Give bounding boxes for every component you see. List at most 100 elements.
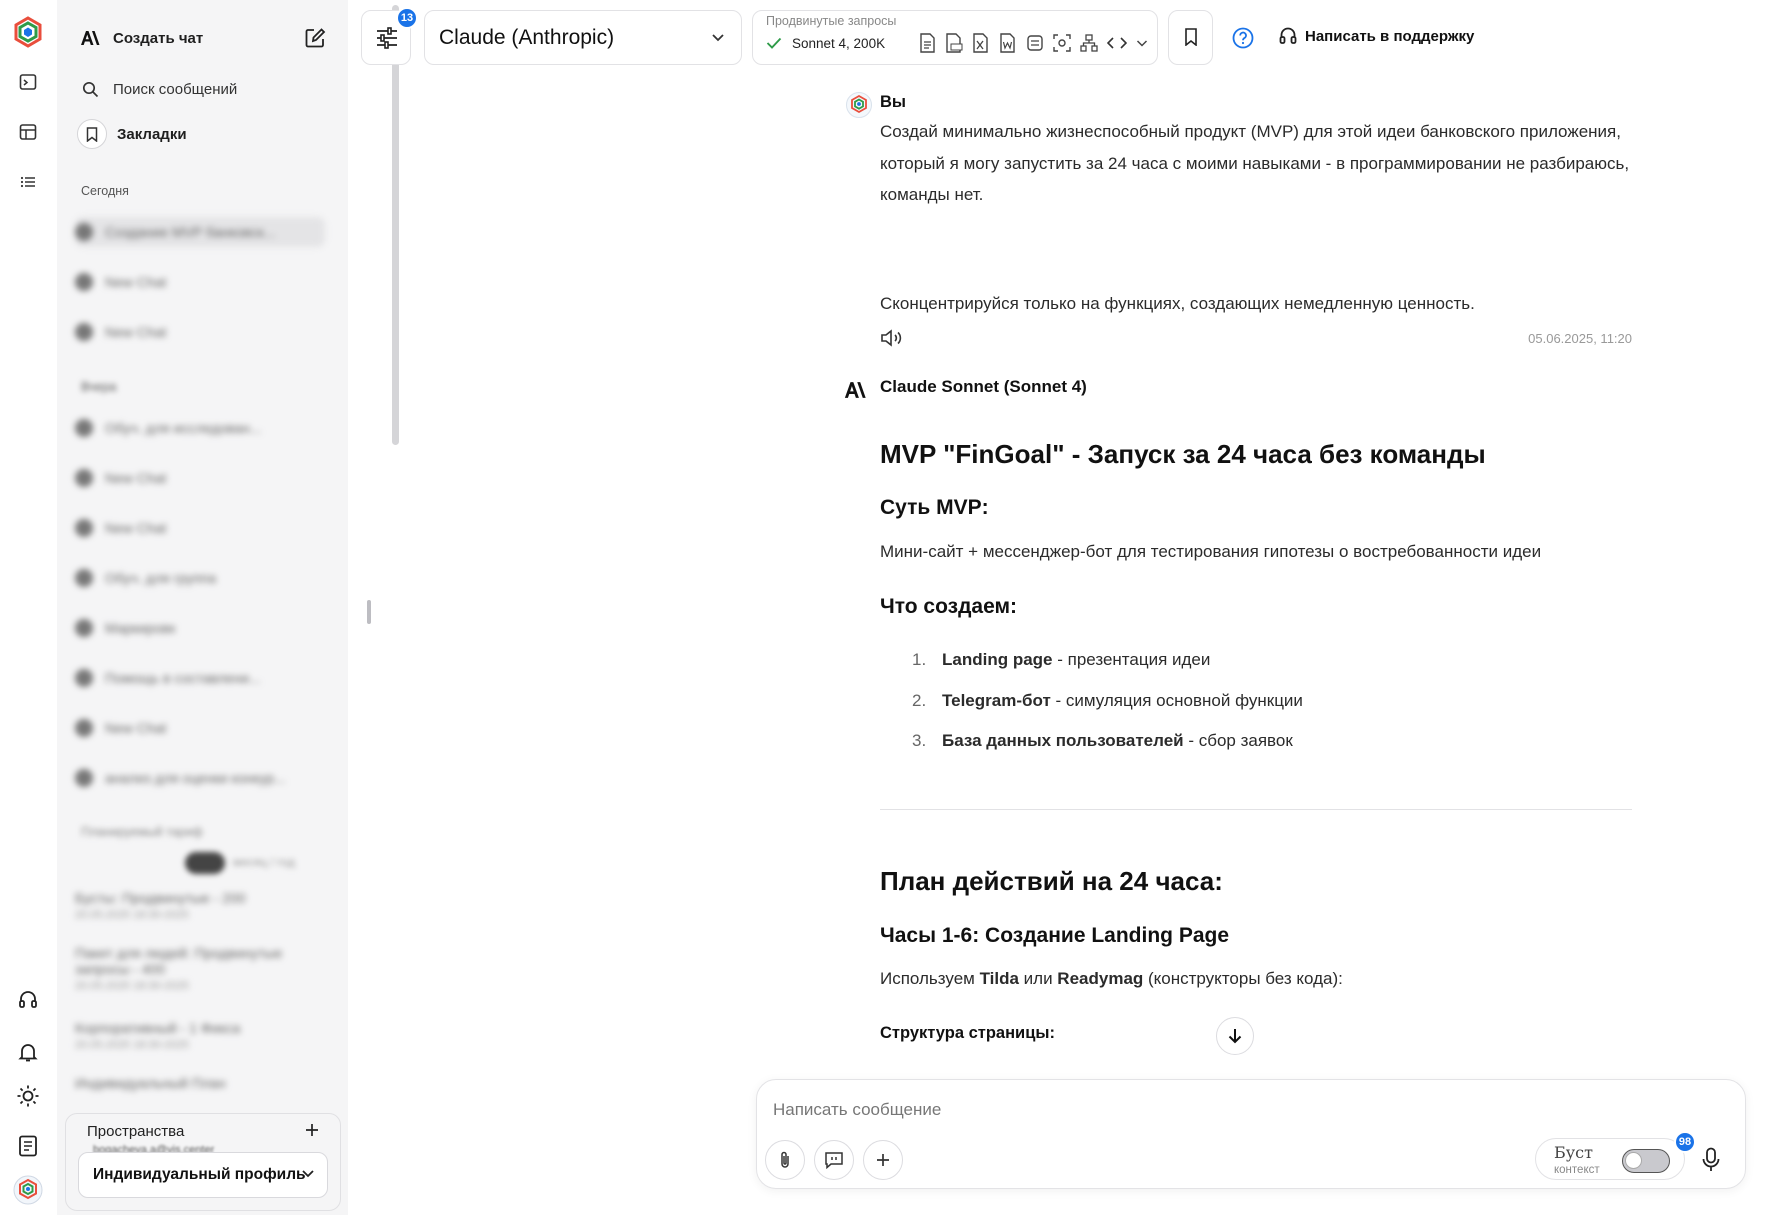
plan-item[interactable]: Индивидуальный План [75, 1075, 333, 1091]
message-input[interactable]: Написать сообщение [773, 1100, 941, 1120]
section-today: Сегодня [81, 184, 129, 198]
scroll-down-button[interactable] [1216, 1017, 1254, 1055]
support-label: Написать в поддержку [1305, 27, 1475, 45]
resize-handle[interactable] [367, 600, 371, 624]
microphone-icon[interactable] [1701, 1147, 1721, 1173]
plan-item[interactable]: Бусты: Продвинутые - 200 20.05.2025 18:3… [75, 890, 333, 921]
plan-period-toggle[interactable] [185, 852, 225, 874]
chat-icon [75, 719, 93, 737]
create-chat-label: Создать чат [113, 29, 204, 47]
chat-item[interactable]: Создание MVP банковск... [75, 217, 325, 247]
chat-icon [75, 769, 93, 787]
chevron-down-icon [301, 1169, 315, 1179]
user-name: Вы [880, 93, 907, 111]
help-icon[interactable] [1232, 27, 1254, 49]
plan-item[interactable]: Пакет для людей: Продвинутые запросы - 4… [75, 945, 333, 992]
excel-file-icon [973, 33, 988, 53]
tools-line: Используем Tilda или Readymag (конструкт… [880, 969, 1343, 988]
speaker-icon[interactable] [880, 328, 904, 348]
advanced-requests-panel[interactable]: Продвинутые запросы Sonnet 4, 200K [752, 10, 1158, 65]
scan-icon [1053, 34, 1071, 52]
plan-period-label: месяц / год [233, 855, 295, 869]
bell-icon[interactable] [12, 1036, 44, 1068]
pdf-file-icon [946, 33, 963, 53]
boost-control[interactable]: Буст контекст [1535, 1138, 1685, 1180]
user-message-2: Сконцентрируйся только на функциях, созд… [880, 294, 1475, 313]
app-logo-icon[interactable] [10, 14, 46, 50]
model-select[interactable]: Claude (Anthropic) [424, 10, 742, 65]
profile-select[interactable]: Индивидуальный профиль [78, 1152, 328, 1198]
chat-item[interactable]: Обуч. для исследован... [75, 413, 325, 443]
chat-icon [75, 469, 93, 487]
headset-icon[interactable] [12, 984, 44, 1016]
chevron-down-icon[interactable] [1136, 39, 1148, 48]
create-chat-button[interactable]: Создать чат [77, 19, 334, 57]
prompts-button[interactable] [814, 1140, 854, 1180]
paperclip-icon [778, 1150, 792, 1170]
message-timestamp: 05.06.2025, 11:20 [1528, 331, 1632, 346]
bookmarks-label: Закладки [117, 125, 187, 143]
chat-item[interactable]: New Chat [75, 317, 325, 347]
support-button[interactable]: Написать в поддержку [1278, 26, 1474, 46]
user-avatar[interactable] [10, 1172, 46, 1208]
assistant-name: Claude Sonnet (Sonnet 4) [880, 377, 1087, 396]
plan-item[interactable]: Корпоративный - 1 Фикса 20.05.2025 18:30… [75, 1020, 333, 1051]
add-space-icon[interactable] [304, 1122, 320, 1138]
chat-icon [75, 669, 93, 687]
chat-item[interactable]: New Chat [75, 513, 325, 543]
bookmark-button[interactable] [1168, 10, 1213, 65]
chat-icon [75, 273, 93, 291]
advanced-value: Sonnet 4, 200K [792, 36, 886, 51]
sidebar: Создать чат Поиск сообщений Закладки Сег… [57, 0, 399, 1215]
sidebar-scrollbar[interactable] [392, 5, 399, 445]
bookmarks-item[interactable]: Закладки [77, 115, 334, 153]
anthropic-logo-icon [77, 25, 103, 51]
chat-item[interactable]: Маркировк [75, 613, 325, 643]
new-chat-edit-icon[interactable] [304, 27, 326, 49]
left-rail [0, 0, 57, 1215]
essence-text: Мини-сайт + мессенджер-бот для тестирова… [880, 542, 1542, 561]
chat-icon [75, 519, 93, 537]
boost-toggle[interactable] [1622, 1149, 1670, 1173]
chat-item[interactable]: New Chat [75, 713, 325, 743]
profile-label: Индивидуальный профиль [93, 1166, 306, 1183]
toggle-knob [1625, 1152, 1642, 1169]
search-messages[interactable]: Поиск сообщений [77, 70, 334, 108]
chat-item[interactable]: New Chat [75, 463, 325, 493]
terminal-icon[interactable] [12, 66, 44, 98]
spaces-panel: Пространства bogacheva.a@vis.center Инди… [65, 1113, 341, 1211]
bookmark-icon [1184, 28, 1198, 46]
table-icon[interactable] [12, 116, 44, 148]
list-item: 3. База данных пользователей - сбор заяво… [912, 731, 1293, 750]
sun-icon[interactable] [12, 1080, 44, 1112]
chat-icon [75, 223, 93, 241]
plus-icon [875, 1152, 891, 1168]
message-composer: Написать сообщение Буст контекст 98 [756, 1079, 1746, 1189]
check-icon [766, 36, 782, 50]
create-title: Что создаем: [880, 595, 1018, 618]
search-label: Поиск сообщений [113, 80, 238, 98]
word-file-icon [1000, 33, 1015, 53]
user-avatar [845, 91, 873, 119]
anthropic-logo-icon [843, 381, 867, 399]
essence-title: Суть MVP: [880, 496, 989, 519]
code-icon [1107, 37, 1127, 49]
advanced-label: Продвинутые запросы [766, 14, 897, 28]
doc-file-icon [920, 33, 935, 53]
headset-icon [1278, 26, 1298, 46]
chat-item[interactable]: Помощь в составлени... [75, 663, 325, 693]
settings-badge: 13 [396, 7, 418, 29]
chat-item[interactable]: New Chat [75, 267, 325, 297]
chat-icon [75, 569, 93, 587]
structure-title: Структура страницы: [880, 1024, 1055, 1042]
chat-item[interactable]: анализ для оценки конкур... [75, 763, 325, 793]
attach-button[interactable] [765, 1140, 805, 1180]
boost-badge: 98 [1674, 1131, 1696, 1153]
add-button[interactable] [863, 1140, 903, 1180]
list-item: 2. Telegram-бот - симуляция основной функ… [912, 691, 1303, 710]
chat-item[interactable]: Обуч. для группа [75, 563, 325, 593]
document-icon[interactable] [12, 1130, 44, 1162]
db-file-icon [1027, 35, 1043, 51]
hours-title: Часы 1-6: Создание Landing Page [880, 924, 1230, 947]
list-icon[interactable] [12, 166, 44, 198]
